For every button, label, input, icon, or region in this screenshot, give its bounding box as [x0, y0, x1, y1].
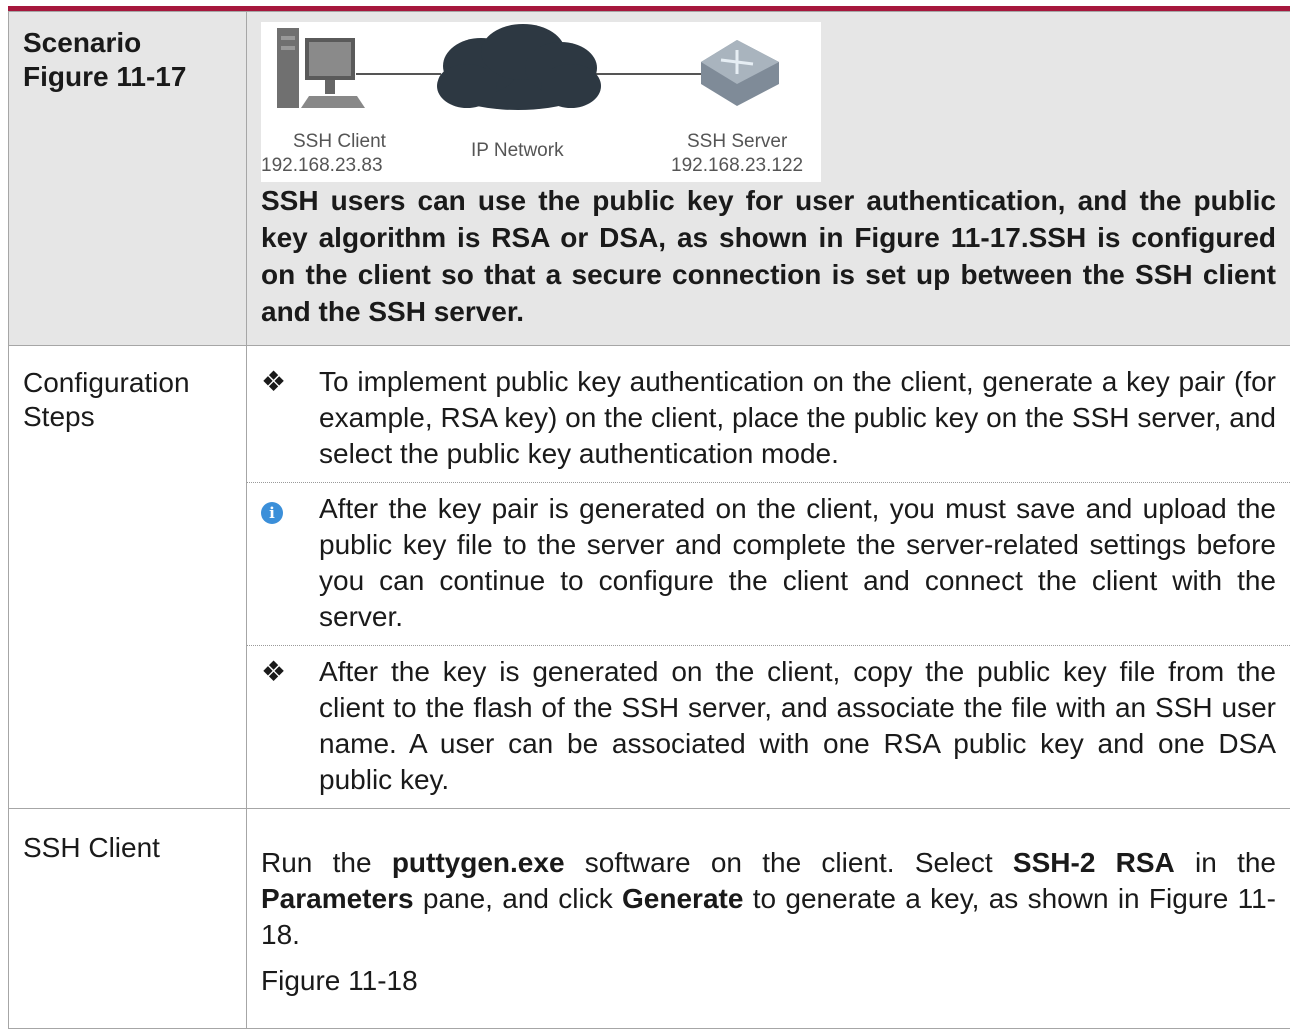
config-label-line2: Steps — [23, 400, 246, 434]
pc-icon — [277, 28, 365, 108]
cloud-icon — [437, 24, 601, 110]
network-topology-figure: SSH Client 192.168.23.83 IP Network SSH … — [261, 22, 821, 182]
pane-name: Parameters — [261, 883, 414, 914]
client-label: SSH Client — [9, 809, 246, 865]
note-bullet: i — [261, 491, 319, 635]
config-content-cell: ❖ To implement public key authentication… — [247, 346, 1290, 809]
network-name-label: IP Network — [471, 140, 564, 162]
button-name: Generate — [622, 883, 743, 914]
config-label-line1: Configuration — [23, 366, 246, 400]
client-content-cell: Run the puttygen.exe software on the cli… — [247, 809, 1290, 1029]
note-item: i After the key pair is generated on the… — [247, 482, 1290, 645]
scenario-figure-ref: Figure 11-17 — [23, 60, 246, 94]
bullet-icon: ❖ — [261, 654, 319, 798]
document-page: Scenario Figure 11-17 — [8, 11, 1290, 1000]
scenario-content-cell: SSH Client 192.168.23.83 IP Network SSH … — [247, 12, 1290, 346]
scenario-label-cell: Scenario Figure 11-17 — [9, 12, 247, 346]
config-label: Configuration Steps — [9, 346, 246, 434]
config-label-cell: Configuration Steps — [9, 346, 247, 809]
figure-caption: Figure 11-18 — [247, 953, 1290, 999]
server-ip-label: 192.168.23.122 — [671, 155, 803, 177]
switch-icon — [701, 40, 779, 106]
bullet-icon: ❖ — [261, 364, 319, 472]
ssh-client-row: SSH Client Run the puttygen.exe software… — [9, 809, 1290, 1029]
scenario-row: Scenario Figure 11-17 — [9, 12, 1290, 346]
text-end: to generate a key, as shown in Figure 11… — [261, 883, 1276, 950]
configuration-steps-row: Configuration Steps ❖ To implement publi… — [9, 346, 1290, 809]
step-text: To implement public key authentication o… — [319, 364, 1276, 472]
text-mid2: in the — [1195, 847, 1276, 878]
step-text: After the key is generated on the client… — [319, 654, 1276, 798]
client-instructions: Run the puttygen.exe software on the cli… — [247, 809, 1290, 953]
client-ip-label: 192.168.23.83 — [261, 155, 383, 177]
text-mid1: software on the client. Select — [585, 847, 993, 878]
scenario-description: SSH users can use the public key for use… — [247, 182, 1290, 342]
algorithm-name: SSH-2 RSA — [1013, 847, 1175, 878]
step-item: ❖ To implement public key authentication… — [247, 346, 1290, 482]
note-text: After the key pair is generated on the c… — [319, 491, 1276, 635]
info-icon: i — [261, 502, 283, 524]
step-item: ❖ After the key is generated on the clie… — [247, 645, 1290, 808]
config-table: Scenario Figure 11-17 — [8, 11, 1290, 1029]
program-name: puttygen.exe — [392, 847, 565, 878]
scenario-label-line1: Scenario — [23, 26, 246, 60]
client-name-label: SSH Client — [293, 131, 386, 153]
text-run: Run the — [261, 847, 372, 878]
text-mid3: pane, and click — [423, 883, 613, 914]
client-label-cell: SSH Client — [9, 809, 247, 1029]
server-name-label: SSH Server — [687, 131, 787, 153]
scenario-label: Scenario Figure 11-17 — [9, 12, 246, 94]
